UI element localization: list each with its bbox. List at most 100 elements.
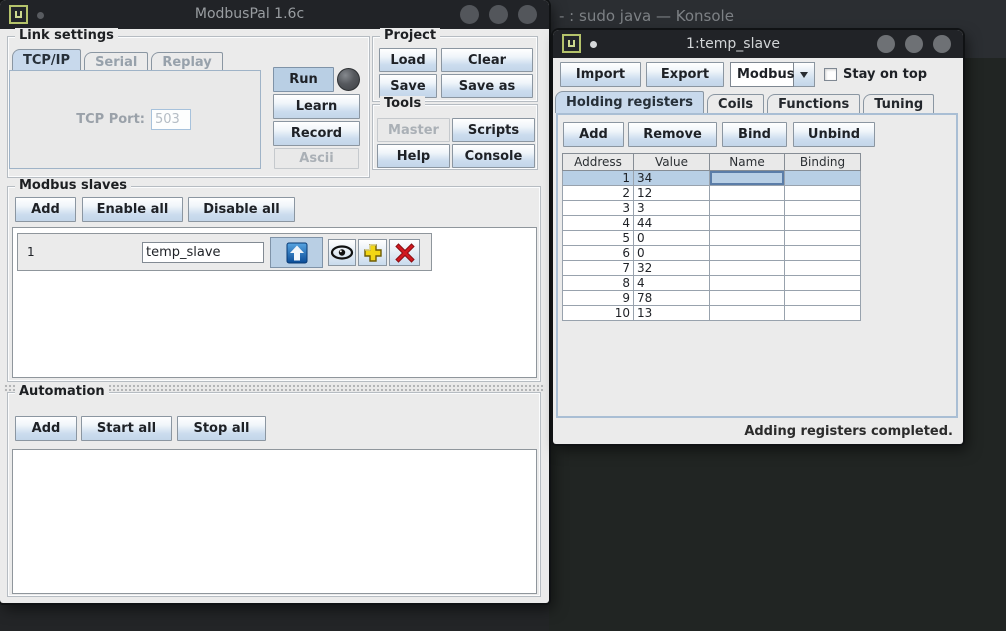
save-button[interactable]: Save [379, 74, 437, 98]
cell-name[interactable] [710, 216, 785, 231]
table-row[interactable]: 84 [563, 276, 861, 291]
cell-binding[interactable] [785, 306, 861, 321]
cell-value[interactable]: 34 [634, 171, 710, 186]
cell-address[interactable]: 9 [563, 291, 634, 306]
slave-visibility-button[interactable] [328, 239, 356, 266]
table-row[interactable]: 134 [563, 171, 861, 186]
cell-name[interactable] [710, 306, 785, 321]
table-row[interactable]: 212 [563, 186, 861, 201]
table-row[interactable]: 732 [563, 261, 861, 276]
scripts-button[interactable]: Scripts [452, 118, 535, 142]
stop-all-button[interactable]: Stop all [177, 416, 266, 441]
clear-button[interactable]: Clear [441, 48, 533, 72]
cell-address[interactable]: 7 [563, 261, 634, 276]
tab-tuning[interactable]: Tuning [863, 94, 934, 113]
table-row[interactable]: 33 [563, 201, 861, 216]
cell-name[interactable] [710, 171, 785, 186]
cell-binding[interactable] [785, 276, 861, 291]
record-button[interactable]: Record [273, 121, 360, 146]
slave-enabled-toggle[interactable] [270, 237, 323, 268]
modbus-combo[interactable]: Modbus [730, 62, 815, 87]
automation-add-button[interactable]: Add [15, 416, 77, 441]
enable-all-button[interactable]: Enable all [82, 197, 183, 222]
cell-name[interactable] [710, 231, 785, 246]
console-button[interactable]: Console [452, 144, 535, 168]
cell-value[interactable]: 44 [634, 216, 710, 231]
window-control-button[interactable] [905, 35, 923, 53]
save-as-button[interactable]: Save as [441, 74, 533, 98]
cell-value[interactable]: 3 [634, 201, 710, 216]
cell-value[interactable]: 0 [634, 246, 710, 261]
table-row[interactable]: 444 [563, 216, 861, 231]
tab-coils[interactable]: Coils [707, 94, 764, 113]
column-header-value[interactable]: Value [634, 154, 710, 171]
tab-tcpip[interactable]: TCP/IP [12, 49, 81, 71]
slave-titlebar[interactable]: 1:temp_slave [553, 30, 963, 58]
slave-add-button[interactable]: Add [15, 197, 76, 222]
slave-row[interactable]: 1 [17, 233, 432, 271]
tab-serial[interactable]: Serial [84, 52, 148, 71]
master-button[interactable]: Master [377, 118, 450, 142]
register-add-button[interactable]: Add [563, 122, 624, 147]
cell-address[interactable]: 2 [563, 186, 634, 201]
table-row[interactable]: 60 [563, 246, 861, 261]
tab-functions[interactable]: Functions [767, 94, 860, 113]
run-button[interactable]: Run [273, 67, 334, 92]
column-header-binding[interactable]: Binding [785, 154, 861, 171]
register-remove-button[interactable]: Remove [628, 122, 717, 147]
cell-name[interactable] [710, 246, 785, 261]
cell-address[interactable]: 1 [563, 171, 634, 186]
start-all-button[interactable]: Start all [81, 416, 172, 441]
cell-value[interactable]: 4 [634, 276, 710, 291]
delete-slave-button[interactable] [389, 239, 420, 266]
cell-binding[interactable] [785, 216, 861, 231]
column-header-name[interactable]: Name [710, 154, 785, 171]
cell-binding[interactable] [785, 186, 861, 201]
cell-name[interactable] [710, 201, 785, 216]
window-control-button[interactable] [460, 5, 479, 24]
tab-holding-registers[interactable]: Holding registers [555, 91, 704, 113]
help-button[interactable]: Help [377, 144, 450, 168]
register-bind-button[interactable]: Bind [722, 122, 787, 147]
window-control-button[interactable] [877, 35, 895, 53]
learn-button[interactable]: Learn [273, 94, 360, 119]
cell-binding[interactable] [785, 201, 861, 216]
cell-value[interactable]: 32 [634, 261, 710, 276]
column-header-address[interactable]: Address [563, 154, 634, 171]
cell-binding[interactable] [785, 171, 861, 186]
tab-replay[interactable]: Replay [151, 52, 222, 71]
cell-address[interactable]: 6 [563, 246, 634, 261]
ascii-button[interactable]: Ascii [274, 148, 359, 169]
cell-name[interactable] [710, 276, 785, 291]
window-control-button[interactable] [518, 5, 537, 24]
tcp-port-field[interactable] [151, 109, 191, 130]
slave-name-field[interactable] [142, 242, 264, 263]
cell-value[interactable]: 12 [634, 186, 710, 201]
import-button[interactable]: Import [560, 62, 641, 87]
cell-address[interactable]: 5 [563, 231, 634, 246]
cell-address[interactable]: 3 [563, 201, 634, 216]
cell-binding[interactable] [785, 261, 861, 276]
cell-binding[interactable] [785, 231, 861, 246]
table-row[interactable]: 50 [563, 231, 861, 246]
register-unbind-button[interactable]: Unbind [793, 122, 875, 147]
export-button[interactable]: Export [646, 62, 724, 87]
modbuspal-titlebar[interactable]: ModbusPal 1.6c [0, 0, 549, 29]
cell-value[interactable]: 13 [634, 306, 710, 321]
cell-binding[interactable] [785, 291, 861, 306]
load-button[interactable]: Load [379, 48, 437, 72]
cell-value[interactable]: 78 [634, 291, 710, 306]
cell-binding[interactable] [785, 246, 861, 261]
stay-on-top-checkbox[interactable] [824, 68, 837, 81]
cell-address[interactable]: 4 [563, 216, 634, 231]
window-control-button[interactable] [933, 35, 951, 53]
cell-address[interactable]: 8 [563, 276, 634, 291]
disable-all-button[interactable]: Disable all [188, 197, 295, 222]
table-row[interactable]: 978 [563, 291, 861, 306]
cell-name[interactable] [710, 261, 785, 276]
add-register-button[interactable] [358, 239, 387, 266]
window-control-button[interactable] [489, 5, 508, 24]
cell-name[interactable] [710, 291, 785, 306]
table-row[interactable]: 1013 [563, 306, 861, 321]
cell-value[interactable]: 0 [634, 231, 710, 246]
